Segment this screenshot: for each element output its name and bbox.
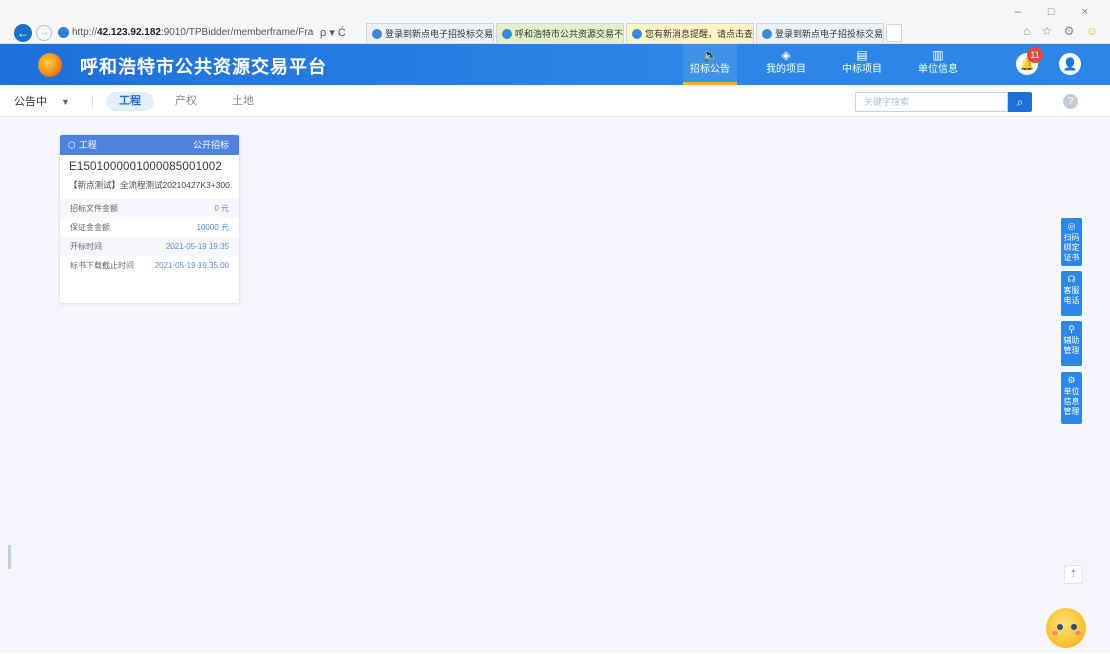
- help-icon[interactable]: ?: [1063, 94, 1078, 109]
- layers-icon: ◈: [781, 48, 791, 62]
- detail-row: 招标文件金额 0 元: [60, 199, 239, 218]
- status-dropdown[interactable]: 公告中 ▼: [14, 93, 70, 109]
- browser-tabs: 登录到新点电子招投标交易平台 呼和浩特市公共资源交易不见... 您有新消息提醒，…: [366, 23, 902, 43]
- detail-label: 开标时间: [70, 242, 102, 251]
- mascot-cheek: [1075, 631, 1081, 635]
- divider: [92, 93, 93, 109]
- card-details: 招标文件金额 0 元 保证金金额 10000 元 开标时间 2021-05-19…: [60, 199, 239, 275]
- search-icon[interactable]: ⌕: [1008, 92, 1032, 112]
- back-to-top-icon[interactable]: ⇡: [1064, 565, 1083, 584]
- platform-logo: [38, 53, 62, 77]
- qrcode-icon: ◎: [1067, 221, 1076, 231]
- app-header: 呼和浩特市公共资源交易平台 🔈 招标公告 ◈ 我的项目 ▤ 中标项目 ▥ 单位信…: [0, 44, 1110, 85]
- address-path: :9010/TPBidder/memberframe/FrameBidder: [160, 27, 314, 38]
- speaker-icon: 🔈: [702, 48, 718, 62]
- card-category: 工程: [78, 140, 97, 150]
- page-icon: [372, 29, 382, 39]
- assist-manage-button[interactable]: ⚲ 辅助 管理: [1061, 321, 1082, 366]
- browser-toolbar: ← → http://42.123.92.182:9010/TPBidder/m…: [0, 0, 1110, 44]
- browser-tab[interactable]: 登录到新点电子招投标交易平台: [756, 23, 884, 43]
- mascot-eye: [1071, 624, 1077, 630]
- detail-value: 0 元: [214, 204, 229, 213]
- address-host: 42.123.92.182: [97, 27, 161, 38]
- tab-property-rights[interactable]: 产权: [175, 92, 197, 111]
- feedback-smiley-icon[interactable]: ☺: [1086, 24, 1102, 38]
- filter-bar: 公告中 ▼ 工程 产权 土地 ⌕ ?: [0, 85, 1110, 117]
- address-bar[interactable]: http://42.123.92.182:9010/TPBidder/membe…: [56, 24, 314, 42]
- user-icon[interactable]: 👤: [1059, 53, 1081, 75]
- nav-winning-projects[interactable]: ▤ 中标项目: [835, 44, 889, 85]
- detail-value: 2021-05-19 19:35: [165, 242, 229, 251]
- card-header: ⬡ 工程 公开招标: [60, 135, 239, 155]
- scan-bind-cert-button[interactable]: ◎ 扫码 绑定 证书: [1061, 218, 1082, 266]
- project-code: E1501000001000085001002: [69, 161, 222, 173]
- headset-icon: ☊: [1067, 274, 1076, 284]
- notification-badge: 11: [1027, 47, 1043, 63]
- nav-tender-announcements[interactable]: 🔈 招标公告: [683, 44, 737, 85]
- top-nav: 🔈 招标公告 ◈ 我的项目 ▤ 中标项目 ▥ 单位信息: [683, 44, 987, 85]
- site-title: 呼和浩特市公共资源交易平台: [80, 57, 327, 77]
- project-name[interactable]: 【新点测试】全流程测试20210427K3+300.: [60, 173, 239, 191]
- page-icon: [632, 29, 642, 39]
- address-prefix: http://: [72, 27, 98, 38]
- detail-row: 标书下载截止时间 2021-05-19 19:35:00: [60, 256, 239, 275]
- address-tools[interactable]: ρ ▾ Ć: [320, 24, 346, 42]
- nav-label: 招标公告: [690, 64, 730, 75]
- scroll-handle[interactable]: [8, 545, 11, 569]
- nav-my-projects[interactable]: ◈ 我的项目: [759, 44, 813, 85]
- assistant-mascot[interactable]: [1042, 606, 1090, 654]
- customer-service-button[interactable]: ☊ 客服 电话: [1061, 271, 1082, 316]
- detail-row: 开标时间 2021-05-19 19:35: [60, 237, 239, 256]
- mascot-cheek: [1052, 631, 1058, 635]
- mascot-face: [1046, 608, 1086, 648]
- detail-value: 2021-05-19 19:35:00: [154, 261, 229, 270]
- assist-icon: ⚲: [1068, 324, 1075, 334]
- settings-icon: ⚙: [1067, 375, 1076, 385]
- window-controls[interactable]: – □ ×: [1015, 6, 1100, 18]
- browser-logo-icon: [58, 27, 69, 38]
- project-card[interactable]: ⬡ 工程 公开招标 E1501000001000085001002 【新点测试】全…: [59, 134, 240, 304]
- browser-tab[interactable]: 您有新消息提醒，请点击查... ×: [626, 23, 754, 43]
- chevron-down-icon: ▼: [61, 97, 70, 107]
- browser-icons[interactable]: ⌂ ☆ ⚙ ☺: [1023, 24, 1102, 38]
- nav-label: 我的项目: [766, 64, 806, 75]
- tab-engineering[interactable]: 工程: [106, 92, 154, 111]
- new-tab-button[interactable]: [886, 24, 902, 42]
- search-input[interactable]: [855, 92, 1008, 112]
- detail-value: 10000 元: [196, 223, 229, 232]
- detail-label: 保证金金额: [70, 223, 110, 232]
- company-info-manage-button[interactable]: ⚙ 单位 信息 管理: [1061, 372, 1082, 424]
- status-selected: 公告中: [14, 96, 47, 108]
- cube-icon: ⬡: [68, 140, 76, 150]
- detail-label: 招标文件金额: [70, 204, 118, 213]
- tab-land[interactable]: 土地: [232, 92, 254, 111]
- browser-tab-active[interactable]: 呼和浩特市公共资源交易不见...: [496, 23, 624, 43]
- building-icon: ▥: [932, 48, 944, 62]
- forward-button[interactable]: →: [36, 25, 52, 41]
- nav-company-info[interactable]: ▥ 单位信息: [911, 44, 965, 85]
- detail-label: 标书下载截止时间: [70, 261, 134, 270]
- card-bid-method: 公开招标: [192, 140, 229, 150]
- nav-label: 单位信息: [918, 64, 958, 75]
- nav-label: 中标项目: [842, 64, 882, 75]
- page-icon: [762, 29, 772, 39]
- page-icon: [502, 29, 512, 39]
- mascot-eye: [1057, 624, 1063, 630]
- browser-tab[interactable]: 登录到新点电子招投标交易平台: [366, 23, 494, 43]
- detail-row: 保证金金额 10000 元: [60, 218, 239, 237]
- document-icon: ▤: [856, 48, 868, 62]
- back-button[interactable]: ←: [14, 24, 32, 42]
